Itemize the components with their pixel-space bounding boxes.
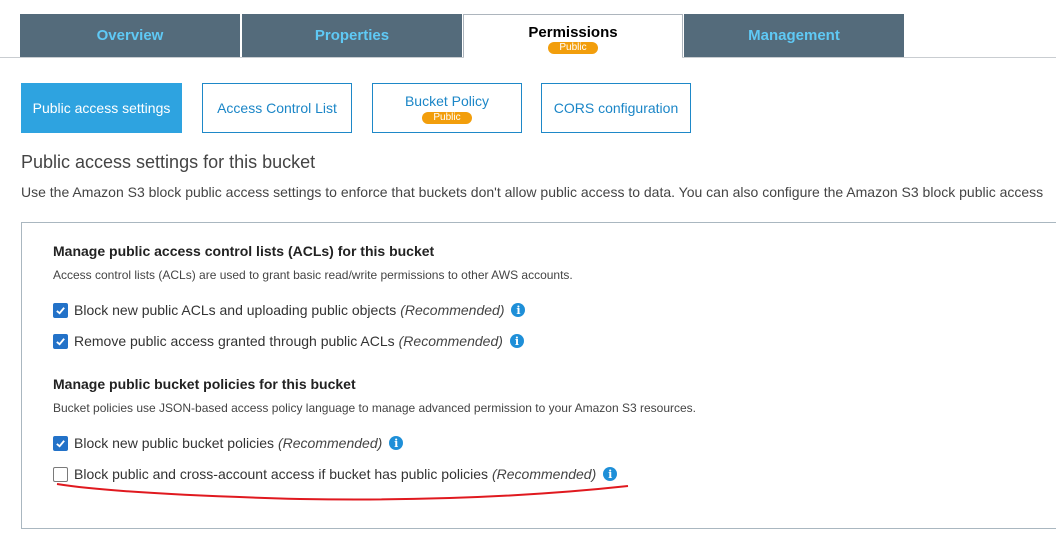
tab-management[interactable]: Management bbox=[684, 14, 904, 57]
subtab-label: CORS configuration bbox=[553, 100, 679, 116]
option-label: Block new public ACLs and uploading publ… bbox=[74, 302, 397, 318]
tab-properties[interactable]: Properties bbox=[242, 14, 462, 57]
option-remove-public-acl-access: Remove public access granted through pub… bbox=[53, 332, 524, 350]
tab-divider-gap bbox=[464, 57, 682, 59]
public-badge: Public bbox=[422, 111, 472, 124]
subtab-cors-configuration[interactable]: CORS configuration bbox=[541, 83, 691, 133]
info-icon[interactable]: i bbox=[511, 303, 526, 317]
subtab-label: Access Control List bbox=[217, 100, 337, 116]
checkmark-icon bbox=[56, 306, 65, 315]
subtab-label: Bucket Policy bbox=[404, 92, 490, 109]
checkbox-block-new-public-acls[interactable] bbox=[53, 302, 68, 318]
checkbox-block-cross-account-access[interactable] bbox=[53, 466, 68, 482]
checkbox-remove-public-acl-access[interactable] bbox=[53, 333, 68, 349]
recommended-note: (Recommended) bbox=[278, 435, 383, 451]
subtab-access-control-list[interactable]: Access Control List bbox=[202, 83, 352, 133]
section-description: Use the Amazon S3 block public access se… bbox=[21, 184, 1044, 200]
subtab-public-access-settings[interactable]: Public access settings bbox=[21, 83, 182, 133]
tab-label: Overview bbox=[96, 27, 164, 44]
info-icon[interactable]: i bbox=[389, 436, 404, 450]
info-icon[interactable]: i bbox=[603, 467, 618, 481]
tab-label: Permissions bbox=[528, 23, 618, 41]
option-block-new-public-acls: Block new public ACLs and uploading publ… bbox=[53, 301, 526, 319]
recommended-note: (Recommended) bbox=[491, 466, 597, 482]
acl-group-title: Manage public access control lists (ACLs… bbox=[53, 243, 435, 259]
acl-group-description: Access control lists (ACLs) are used to … bbox=[53, 268, 573, 282]
info-icon[interactable]: i bbox=[509, 334, 524, 348]
recommended-note: (Recommended) bbox=[400, 302, 505, 318]
option-block-cross-account-access: Block public and cross-account access if… bbox=[53, 465, 618, 483]
subtab-label: Public access settings bbox=[32, 100, 171, 116]
option-label: Remove public access granted through pub… bbox=[74, 333, 395, 349]
tab-label: Properties bbox=[314, 27, 390, 44]
settings-panel: Manage public access control lists (ACLs… bbox=[21, 222, 1056, 529]
policy-group-description: Bucket policies use JSON-based access po… bbox=[53, 401, 697, 415]
checkmark-icon bbox=[56, 337, 65, 346]
tab-label: Management bbox=[748, 27, 840, 44]
subtab-bucket-policy[interactable]: Bucket Policy Public bbox=[372, 83, 522, 133]
recommended-note: (Recommended) bbox=[398, 333, 503, 349]
tab-permissions[interactable]: Permissions Public bbox=[463, 14, 683, 58]
tab-overview[interactable]: Overview bbox=[20, 14, 240, 57]
checkmark-icon bbox=[56, 439, 65, 448]
checkbox-block-new-public-policies[interactable] bbox=[53, 435, 68, 451]
option-label: Block public and cross-account access if… bbox=[74, 466, 488, 482]
policy-group-title: Manage public bucket policies for this b… bbox=[53, 376, 356, 392]
s3-bucket-permissions-page: Overview Properties Permissions Public M… bbox=[0, 0, 1056, 543]
option-block-new-public-policies: Block new public bucket policies (Recomm… bbox=[53, 434, 404, 452]
section-title: Public access settings for this bucket bbox=[21, 152, 316, 172]
public-badge: Public bbox=[548, 41, 598, 54]
option-label: Block new public bucket policies bbox=[74, 435, 274, 451]
